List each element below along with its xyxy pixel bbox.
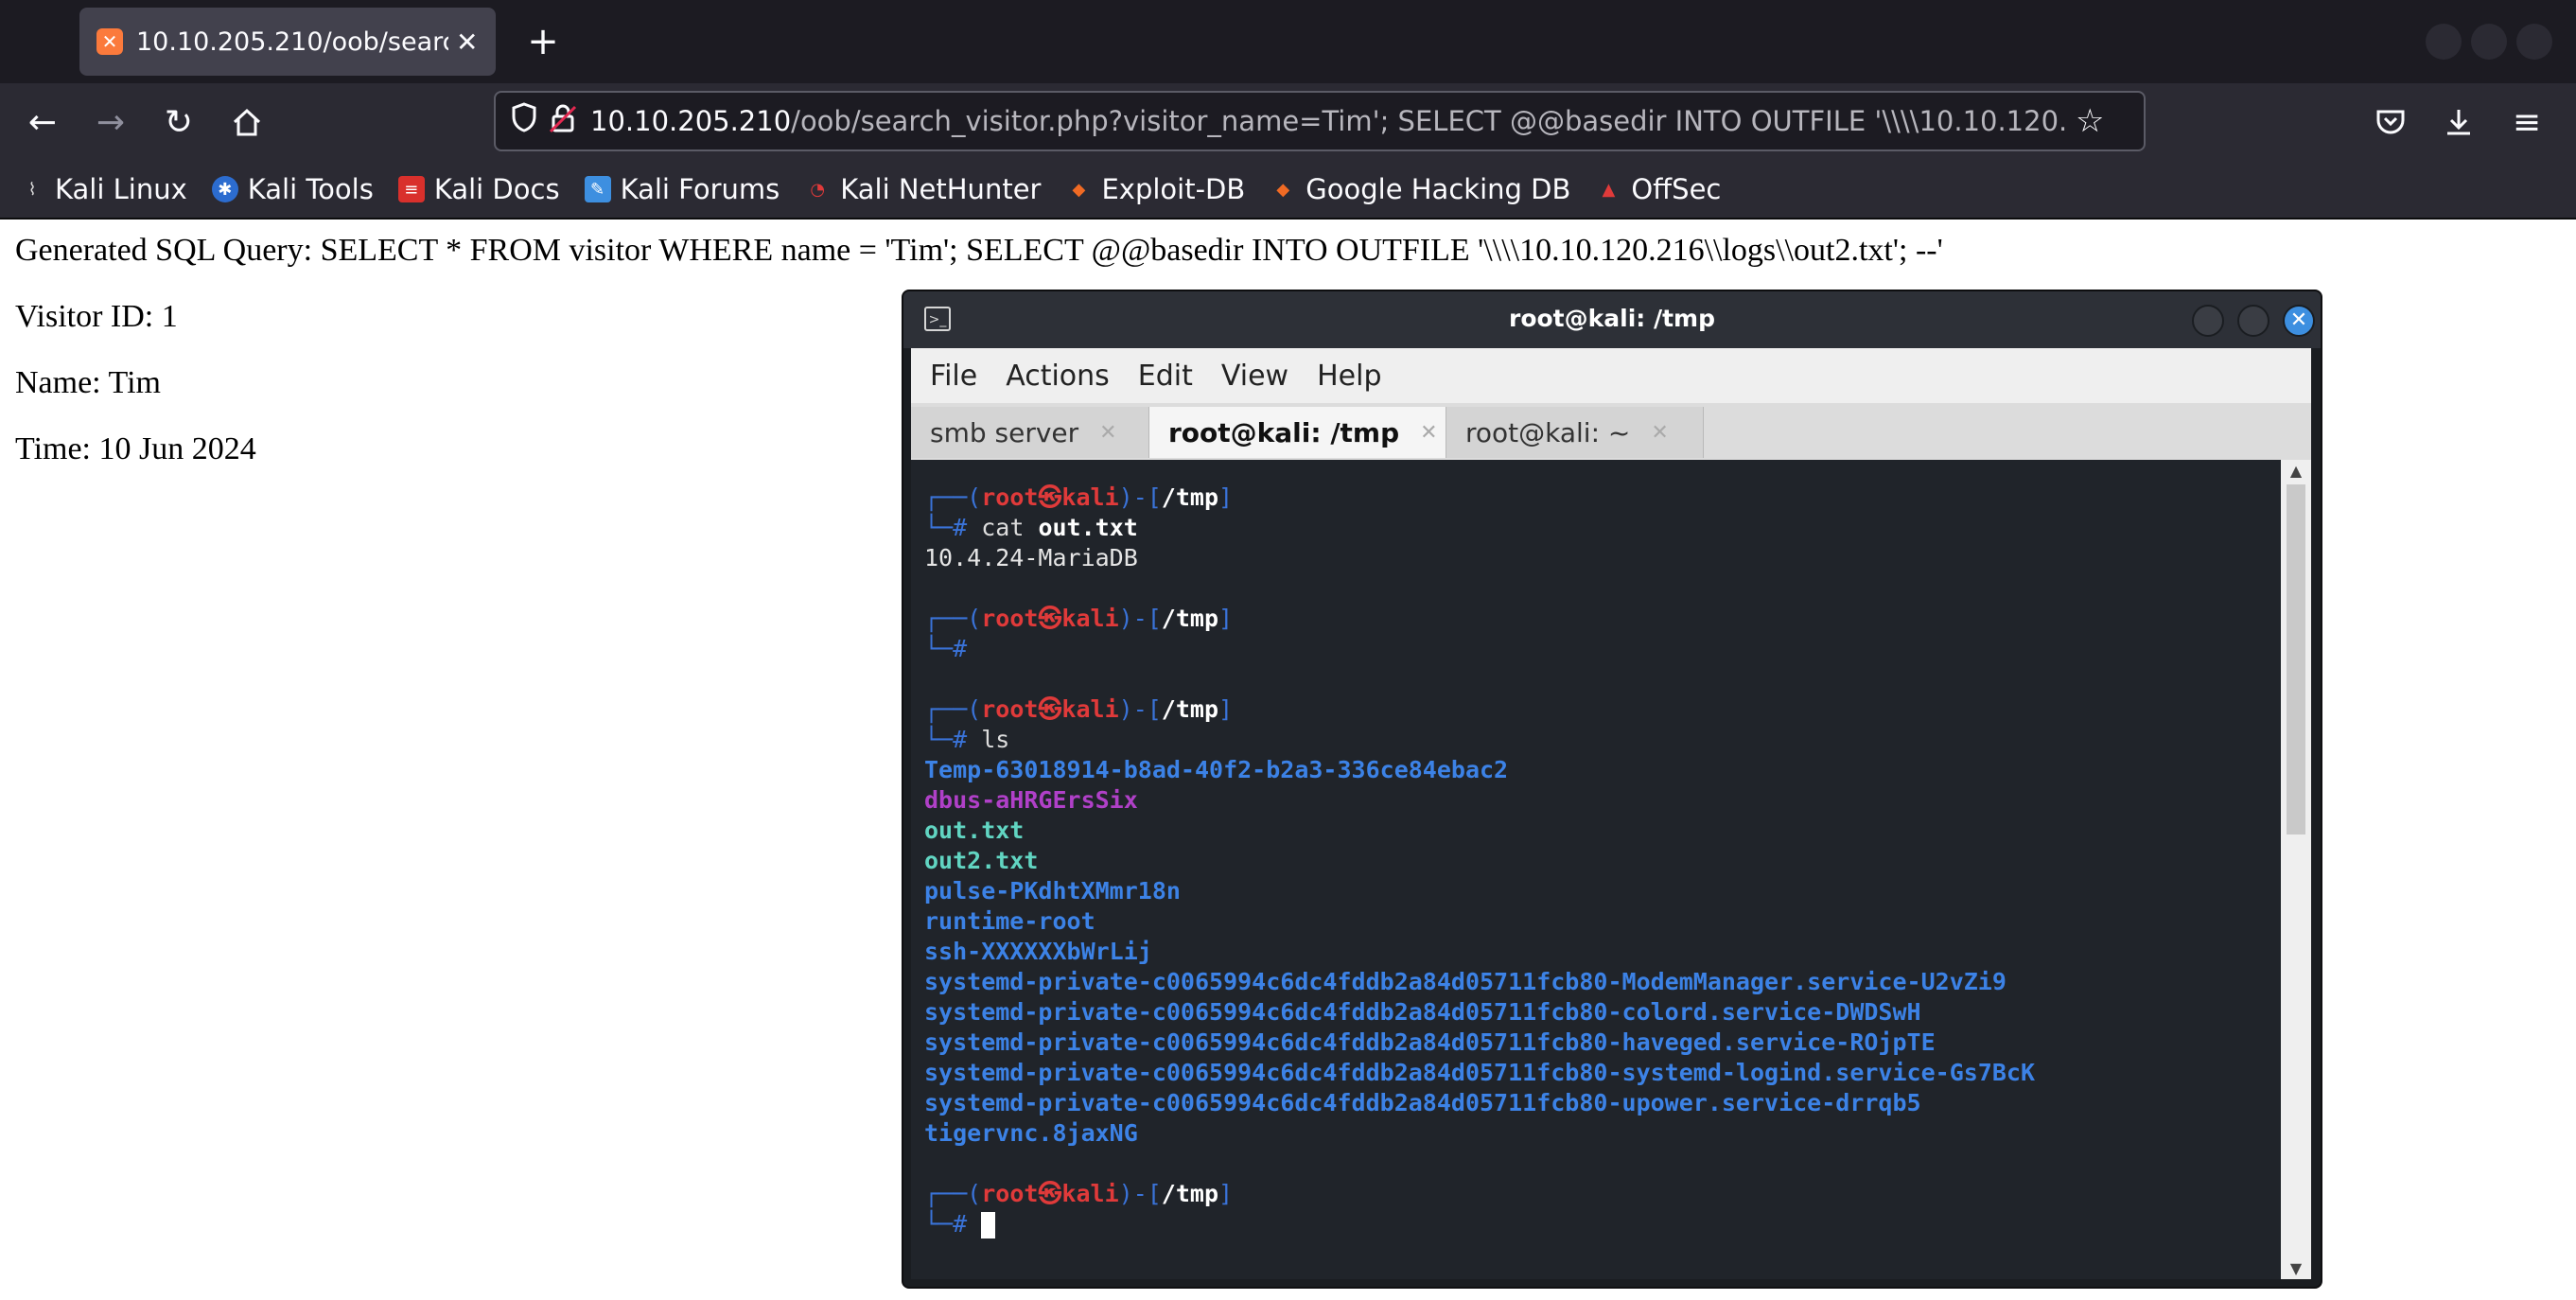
bookmark-offsec[interactable]: ▲ OffSec [1595,173,1721,205]
terminal-close-button[interactable]: ✕ [2283,305,2315,337]
bookmark-kali-nethunter[interactable]: ◔ Kali NetHunter [804,173,1041,205]
bookmark-google-hacking-db[interactable]: ◆ Google Hacking DB [1270,173,1570,205]
prompt-line: ┌──(root㉿kali)-[/tmp] [924,695,1234,723]
bookmarks-toolbar: ⌇ Kali Linux ✱ Kali Tools ≡ Kali Docs ✎ Kali… [0,161,2576,220]
prompt-line: ┌──(root㉿kali)-[/tmp] [924,483,1234,511]
generated-sql-query: Generated SQL Query: SELECT * FROM visit… [15,233,1943,268]
url-host: 10.10.205.210 [590,105,792,137]
prompt-line: ┌──(root㉿kali)-[/tmp] [924,605,1234,632]
ghdb-icon: ◆ [1276,179,1290,200]
exploit-db-icon: ◆ [1072,179,1086,200]
command-line: └─# cat out.txt [924,514,1138,541]
downloads-icon[interactable] [2435,98,2482,146]
ls-entry: systemd-private-c0065994c6dc4fddb2a84d05… [924,1028,1936,1056]
tab-title: 10.10.205.210/oob/search [136,26,448,57]
ls-entry: pulse-PKdhtXMmr18n [924,877,1181,905]
scrollbar-thumb[interactable] [2287,484,2305,834]
visitor-id: Visitor ID: 1 [15,299,178,334]
terminal-minimize-button[interactable] [2192,305,2224,337]
menu-help[interactable]: Help [1317,360,1381,393]
browser-tab-active[interactable]: ✕ 10.10.205.210/oob/search ✕ [79,8,496,76]
menu-file[interactable]: File [930,360,977,393]
terminal-cursor [981,1212,996,1239]
terminal-tab-root-tmp[interactable]: root@kali: /tmp ✕ [1149,407,1446,458]
tracking-protection-shield-icon[interactable] [511,102,549,140]
window-maximize-button[interactable] [2471,24,2507,60]
terminal-scrollbar[interactable]: ▲ ▼ [2281,460,2311,1279]
tab-close-icon[interactable]: ✕ [456,26,478,58]
hamburger-menu-icon[interactable]: ≡ [2503,98,2550,146]
bookmark-kali-tools[interactable]: ✱ Kali Tools [211,173,374,205]
tab-close-icon[interactable]: ✕ [1099,421,1116,445]
ls-entry: runtime-root [924,907,1095,935]
ls-entry: systemd-private-c0065994c6dc4fddb2a84d05… [924,1089,1921,1116]
home-icon[interactable] [223,98,271,146]
terminal-tab-bar: smb server ✕ root@kali: /tmp ✕ root@kali: … [911,403,2311,461]
menu-view[interactable]: View [1221,360,1288,393]
navigation-toolbar: ← → ↻ 10.10.205.210/oob/search_visitor.p… [0,83,2576,161]
prompt-line: ┌──(root㉿kali)-[/tmp] [924,1180,1234,1207]
new-tab-button[interactable]: + [518,17,568,66]
ls-entry: tigervnc.8jaxNG [924,1119,1138,1147]
ls-entry: out.txt [924,817,1025,844]
bookmark-exploit-db[interactable]: ◆ Exploit-DB [1065,173,1246,205]
window-close-button[interactable] [2516,24,2552,60]
kali-docs-icon: ≡ [397,176,425,202]
terminal-tab-root-home[interactable]: root@kali: ~ ✕ [1446,407,1704,458]
visitor-time: Time: 10 Jun 2024 [15,431,256,466]
ls-entry: systemd-private-c0065994c6dc4fddb2a84d05… [924,968,2006,995]
terminal-output[interactable]: ┌──(root㉿kali)-[/tmp] └─# cat out.txt 10… [911,460,2281,1279]
bookmark-kali-docs[interactable]: ≡ Kali Docs [397,173,560,205]
kali-nethunter-icon: ◔ [810,179,826,200]
reload-icon[interactable]: ↻ [155,98,202,146]
offsec-icon: ▲ [1602,179,1616,200]
menu-edit[interactable]: Edit [1138,360,1193,393]
bookmark-kali-forums[interactable]: ✎ Kali Forums [584,173,780,205]
terminal-title: root@kali: /tmp [1509,305,1715,332]
scroll-up-arrow-icon[interactable]: ▲ [2281,462,2311,480]
xampp-favicon-icon: ✕ [96,28,123,55]
menu-actions[interactable]: Actions [1006,360,1110,393]
kali-tools-icon: ✱ [211,176,238,202]
bookmark-star-icon[interactable]: ☆ [2076,102,2104,140]
address-bar[interactable]: 10.10.205.210/oob/search_visitor.php?vis… [494,91,2146,151]
bookmark-kali-linux[interactable]: ⌇ Kali Linux [19,173,187,205]
tab-close-icon[interactable]: ✕ [1420,421,1437,445]
command-line: └─# [924,1209,996,1239]
command-output: 10.4.24-MariaDB [924,544,1138,571]
url-path: /oob/search_visitor.php?visitor_name=Tim… [791,105,2066,137]
forward-arrow-icon[interactable]: → [87,98,134,146]
visitor-name: Name: Tim [15,365,161,400]
ls-entry: systemd-private-c0065994c6dc4fddb2a84d05… [924,998,1921,1026]
terminal-menubar: File Actions Edit View Help [911,348,2311,403]
insecure-lock-icon[interactable] [549,103,590,140]
ls-entry: out2.txt [924,847,1039,874]
command-line: └─# [924,635,982,662]
url-text[interactable]: 10.10.205.210/oob/search_visitor.php?vis… [590,105,2066,137]
command-line: └─# ls [924,726,1010,753]
kali-forums-icon: ✎ [584,176,611,202]
ls-entry: ssh-XXXXXXbWrLij [924,938,1152,965]
terminal-maximize-button[interactable] [2237,305,2269,337]
kali-dragon-icon: ⌇ [27,179,37,200]
terminal-titlebar[interactable]: >_ root@kali: /tmp ✕ [903,291,2321,348]
window-minimize-button[interactable] [2426,24,2462,60]
back-arrow-icon[interactable]: ← [19,98,66,146]
ls-entry: dbus-aHRGErsSix [924,786,1138,814]
browser-tab-strip: ✕ 10.10.205.210/oob/search ✕ + [0,0,2576,83]
scroll-down-arrow-icon[interactable]: ▼ [2281,1259,2311,1277]
tab-close-icon[interactable]: ✕ [1651,421,1668,445]
terminal-window[interactable]: >_ root@kali: /tmp ✕ File Actions Edit V… [902,290,2322,1289]
ls-entry: Temp-63018914-b8ad-40f2-b2a3-336ce84ebac… [924,756,1509,783]
pocket-icon[interactable] [2367,98,2414,146]
terminal-tab-smb-server[interactable]: smb server ✕ [911,407,1149,458]
ls-entry: systemd-private-c0065994c6dc4fddb2a84d05… [924,1059,2035,1086]
